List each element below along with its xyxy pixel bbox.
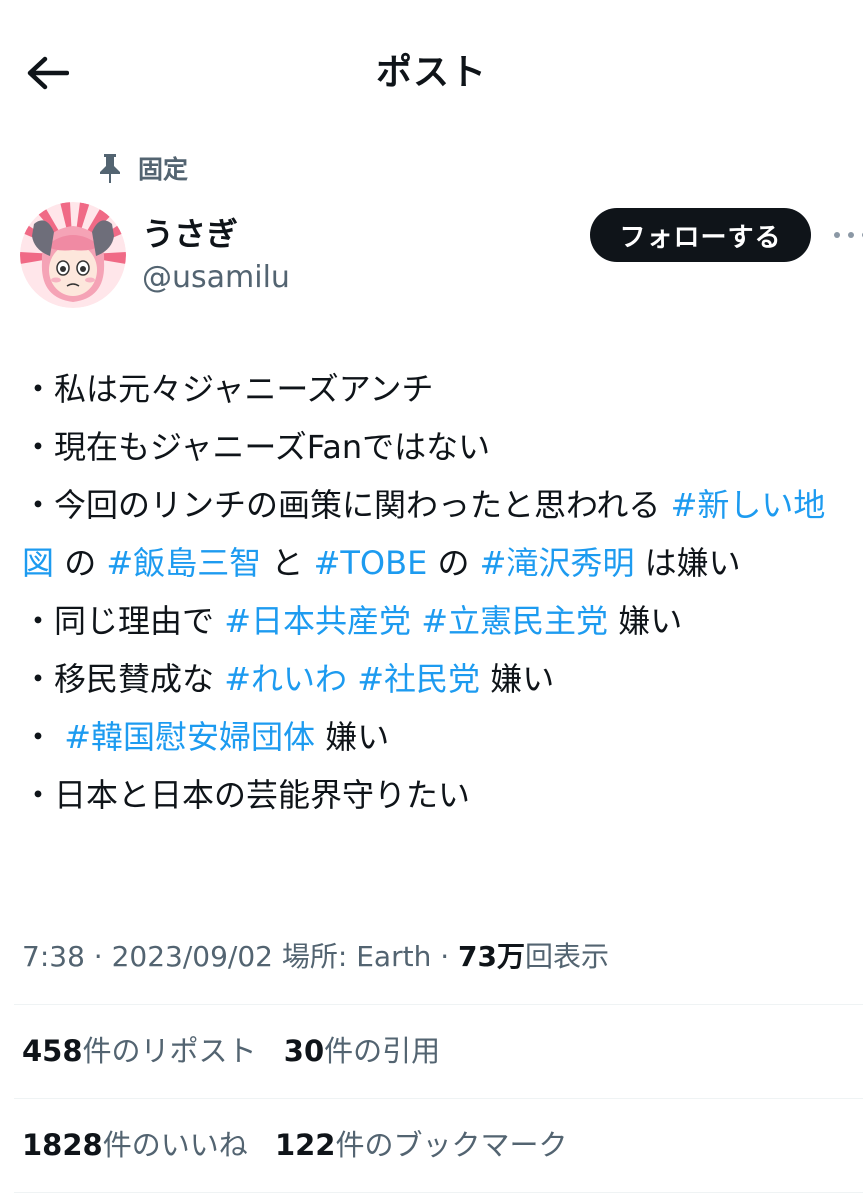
hashtag-link[interactable]: #日本共産党: [224, 602, 411, 640]
post-line: ・日本と日本の芸能界守りたい: [22, 766, 852, 824]
post-location: 場所: Earth: [281, 940, 432, 973]
divider: [14, 1192, 863, 1193]
follow-button[interactable]: フォローする: [590, 208, 811, 262]
post-line-text: ・: [22, 718, 65, 756]
user-handle[interactable]: @usamilu: [142, 258, 290, 298]
avatar[interactable]: [20, 202, 126, 308]
post-line-text: ・移民賛成な: [22, 660, 225, 698]
hashtag-link[interactable]: #飯島三智: [106, 544, 261, 582]
post-date: 2023/09/02: [111, 940, 273, 973]
post-line: ・同じ理由で #日本共産党 #立憲民主党 嫌い: [22, 592, 852, 650]
post-line-text: ・日本と日本の芸能界守りたい: [22, 776, 471, 814]
post-line-text: 嫌い: [608, 602, 683, 640]
post-line-text: ・同じ理由で: [22, 602, 225, 640]
quotes-count: 30: [283, 1034, 325, 1068]
post-line-text: 嫌い: [315, 718, 390, 756]
hashtag-link[interactable]: #TOBE: [314, 544, 428, 582]
divider: [14, 1098, 863, 1099]
post-line: ・ #韓国慰安婦団体 嫌い: [22, 708, 852, 766]
quotes-stat[interactable]: 30件の引用: [284, 1034, 440, 1068]
pinned-label: 固定: [138, 155, 189, 184]
post-line-text: ・私は元々ジャニーズアンチ: [22, 370, 434, 408]
post-meta: 7:38 · 2023/09/02 場所: Earth · 73万回表示: [22, 940, 610, 973]
more-icon[interactable]: [832, 221, 863, 249]
avatar-image: [20, 202, 126, 308]
pin-icon: [100, 154, 120, 183]
post-line-text: と: [261, 544, 314, 582]
views-count: 73万: [458, 940, 526, 973]
post-line: ・私は元々ジャニーズアンチ: [22, 360, 852, 418]
hashtag-link[interactable]: #韓国慰安婦団体: [64, 718, 315, 756]
views-label: 回表示: [525, 940, 610, 973]
bookmarks-label: 件のブックマーク: [335, 1128, 568, 1162]
post-line-text: の: [427, 544, 480, 582]
post-text: ・私は元々ジャニーズアンチ・現在もジャニーズFanではない・今回のリンチの画策に…: [22, 360, 852, 824]
post-line-text: 嫌い: [480, 660, 555, 698]
post-line: ・移民賛成な #れいわ #社民党 嫌い: [22, 650, 852, 708]
post-line-text: ・現在もジャニーズFanではない: [22, 428, 491, 466]
likes-label: 件のいいね: [102, 1128, 248, 1162]
divider: [14, 1004, 863, 1005]
post-line: ・今回のリンチの画策に関わったと思われる #新しい地図 の #飯島三智 と #T…: [22, 476, 852, 592]
user-name[interactable]: うさぎ: [142, 213, 238, 255]
app-header: ポスト: [0, 0, 863, 140]
hashtag-link[interactable]: #れいわ: [224, 660, 347, 698]
bookmarks-count: 122: [274, 1128, 336, 1162]
post-line: ・現在もジャニーズFanではない: [22, 418, 852, 476]
post-line-text: の: [54, 544, 107, 582]
hashtag-link[interactable]: #滝沢秀明: [480, 544, 635, 582]
post-line-text: [347, 660, 357, 698]
reposts-label: 件のリポスト: [82, 1034, 257, 1068]
post-line-text: [411, 602, 421, 640]
bookmarks-stat[interactable]: 122件のブックマーク: [275, 1128, 568, 1162]
likes-stat[interactable]: 1828件のいいね: [22, 1128, 248, 1162]
post-time: 7:38: [22, 940, 85, 973]
pinned-indicator: 固定: [96, 150, 188, 186]
stats-row-likes: 1828件のいいね 122件のブックマーク: [22, 1122, 586, 1168]
hashtag-link[interactable]: #社民党: [357, 660, 480, 698]
post-line-text: ・今回のリンチの画策に関わったと思われる: [22, 486, 671, 524]
page-title: ポスト: [375, 52, 487, 93]
hashtag-link[interactable]: #立憲民主党: [421, 602, 608, 640]
reposts-stat[interactable]: 458件のリポスト: [22, 1034, 257, 1068]
post-line-text: は嫌い: [634, 544, 741, 582]
stats-row-reposts: 458件のリポスト 30件の引用: [22, 1028, 458, 1074]
quotes-label: 件の引用: [324, 1034, 441, 1068]
likes-count: 1828: [22, 1128, 103, 1162]
reposts-count: 458: [22, 1034, 83, 1068]
